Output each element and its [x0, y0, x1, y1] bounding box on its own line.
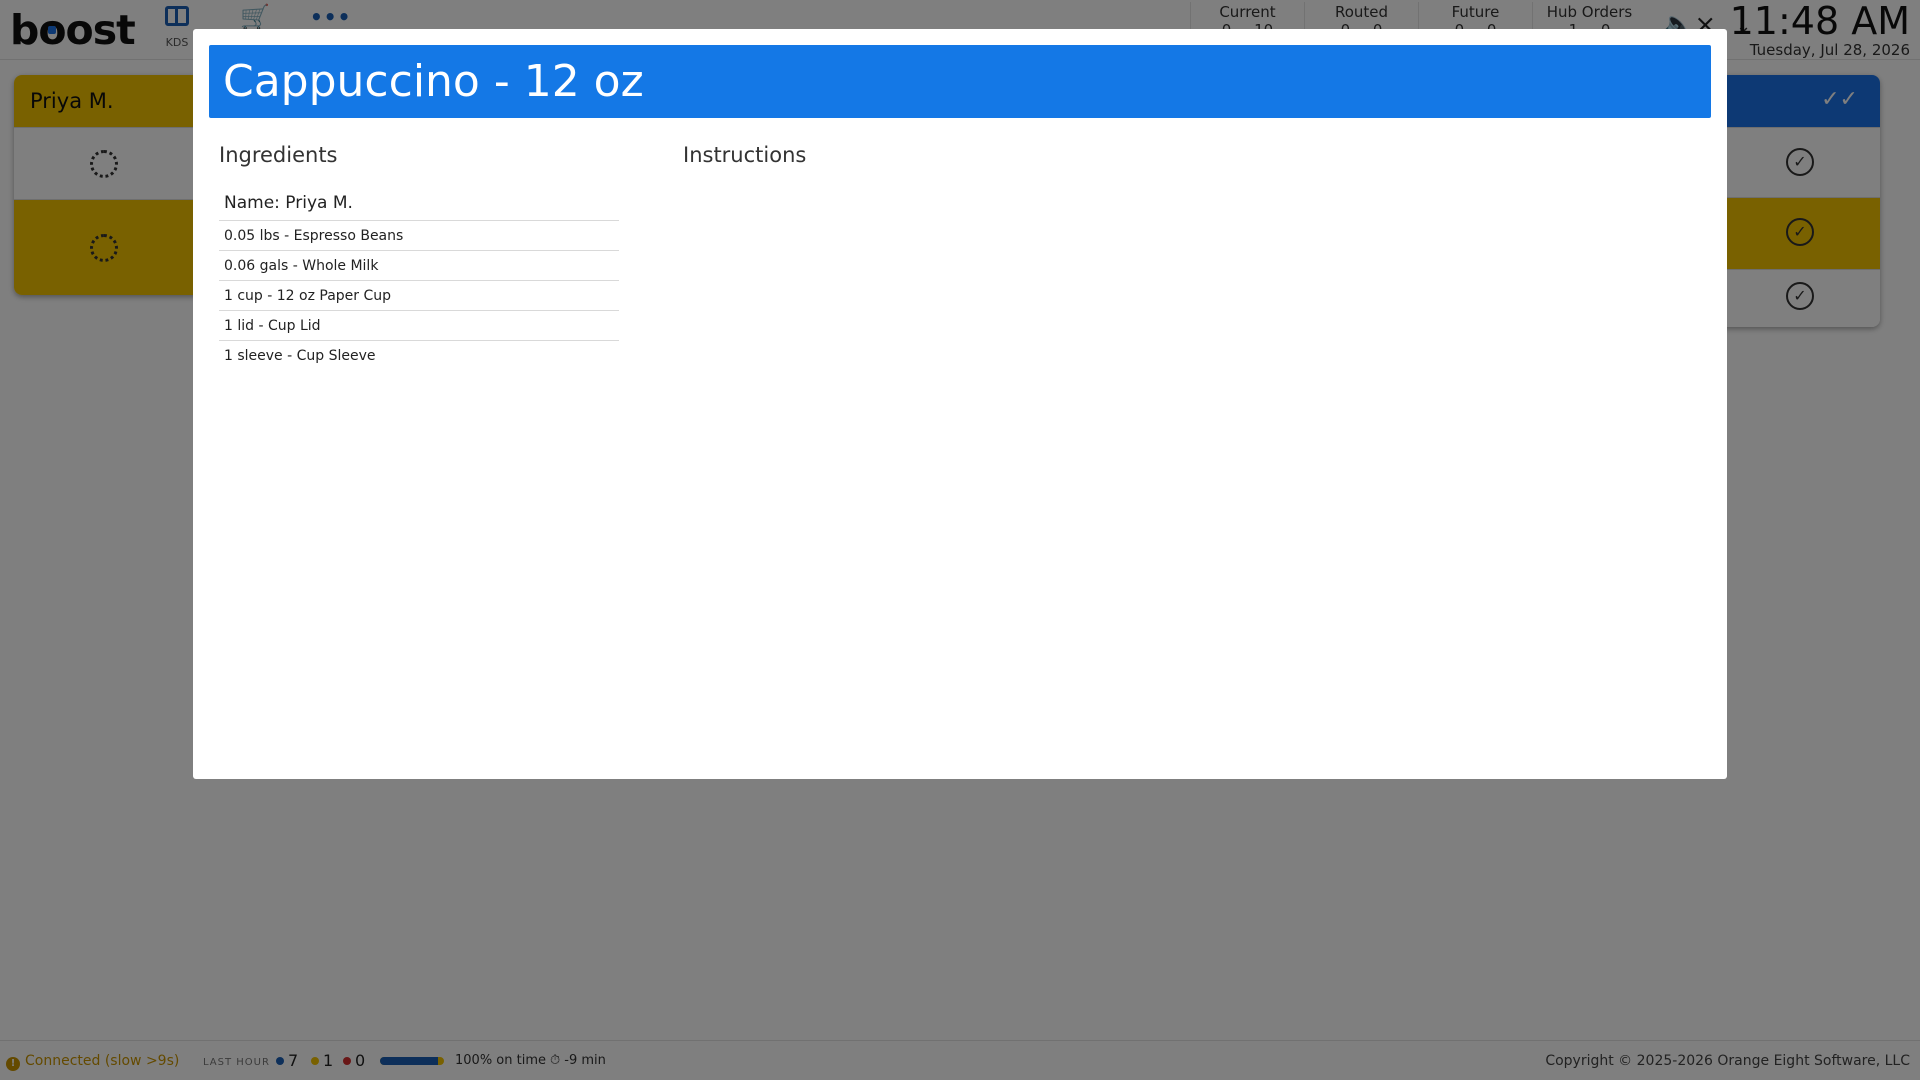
ingredient-item: 0.05 lbs - Espresso Beans [219, 221, 619, 251]
recipe-modal: Cappuccino - 12 oz Ingredients Instructi… [193, 29, 1727, 779]
ingredient-item: 1 lid - Cup Lid [219, 311, 619, 341]
ingredients-heading: Ingredients [219, 143, 338, 167]
customer-name: Name: Priya M. [219, 185, 619, 221]
ingredient-item: 0.06 gals - Whole Milk [219, 251, 619, 281]
ingredient-item: 1 cup - 12 oz Paper Cup [219, 281, 619, 311]
instructions-heading: Instructions [683, 143, 807, 167]
ingredient-item: 1 sleeve - Cup Sleeve [224, 348, 376, 364]
ingredients-list: Name: Priya M. 0.05 lbs - Espresso Beans… [219, 185, 619, 370]
modal-title: Cappuccino - 12 oz [223, 56, 644, 107]
modal-header: Cappuccino - 12 oz [209, 45, 1711, 118]
